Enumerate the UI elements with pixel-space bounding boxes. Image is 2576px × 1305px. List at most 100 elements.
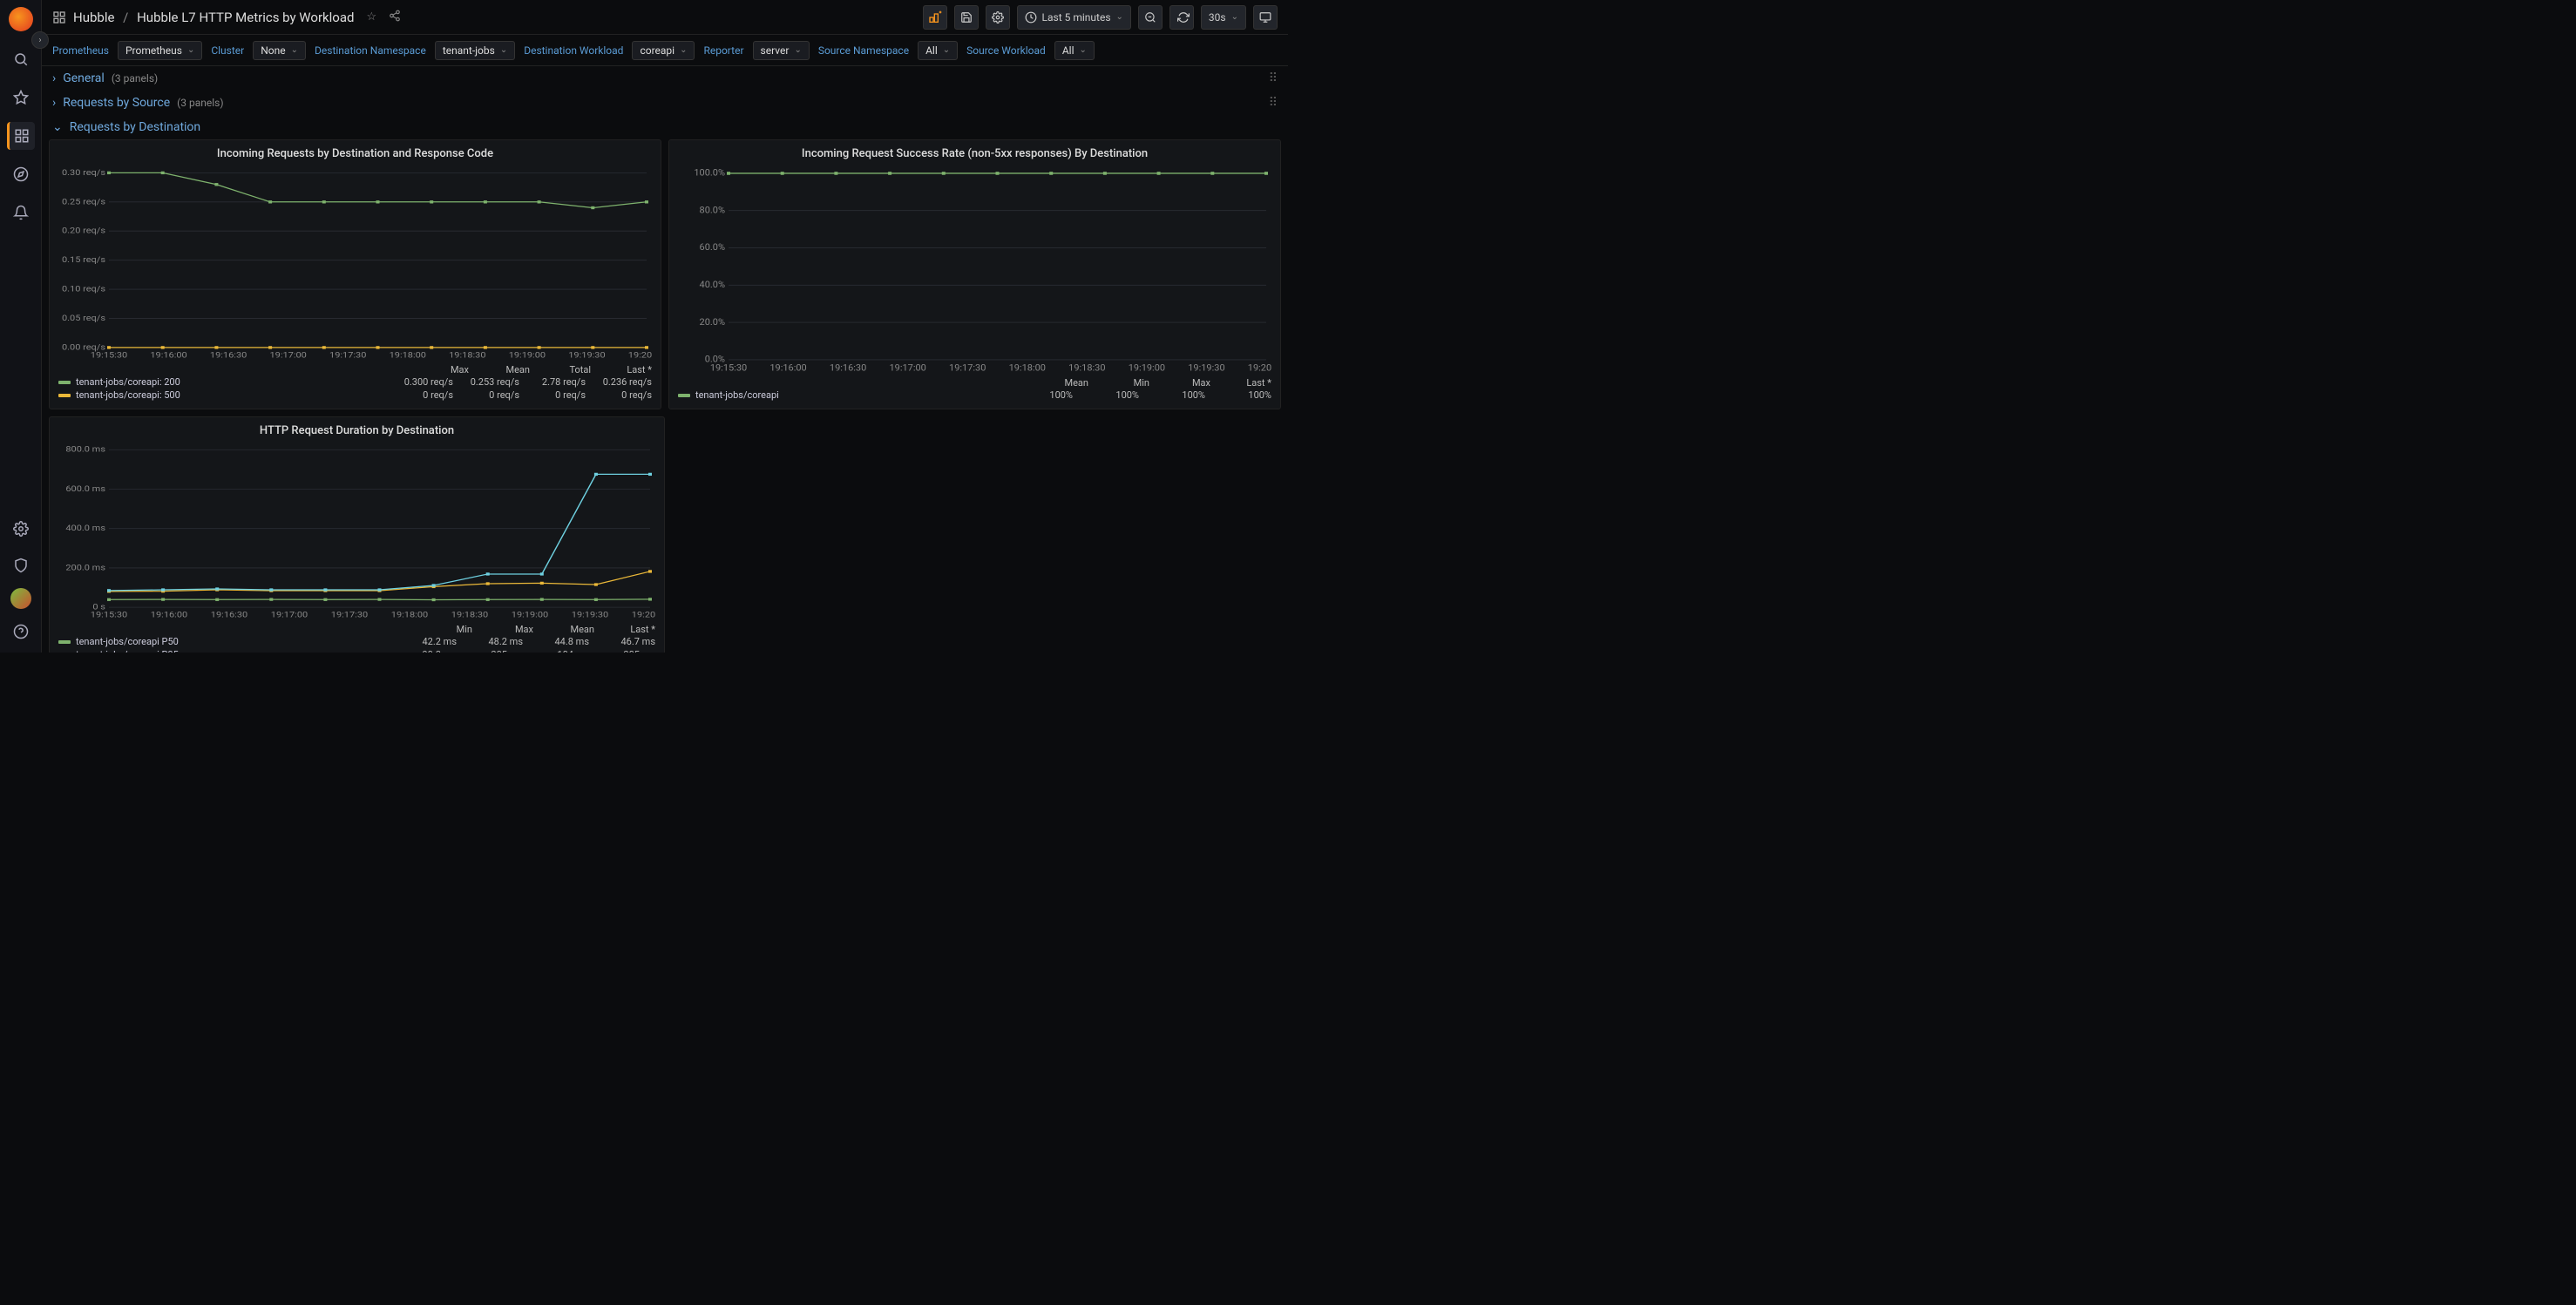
breadcrumb-title[interactable]: Hubble L7 HTTP Metrics by Workload (137, 10, 354, 25)
legend-item[interactable]: tenant-jobs/coreapi100%100%100%100% (678, 389, 1271, 402)
row-general[interactable]: › General (3 panels) ⠿ (49, 66, 1281, 91)
legend-item[interactable]: tenant-jobs/coreapi: 5000 req/s0 req/s0 … (58, 389, 652, 402)
svg-text:19:17:00: 19:17:00 (271, 611, 308, 619)
svg-text:19:17:30: 19:17:30 (331, 611, 369, 619)
settings-button[interactable] (986, 5, 1010, 30)
svg-text:19:16:30: 19:16:30 (830, 362, 867, 373)
svg-text:19:20:00: 19:20:00 (1248, 362, 1271, 373)
sidebar: › (0, 0, 42, 652)
chevron-down-icon: ⌄ (1116, 12, 1123, 22)
panel-title: HTTP Request Duration by Destination (58, 424, 655, 437)
share-button[interactable] (389, 10, 401, 25)
grafana-logo[interactable] (9, 7, 33, 31)
svg-text:19:16:30: 19:16:30 (210, 351, 247, 360)
panel-incoming-requests[interactable]: Incoming Requests by Destination and Res… (49, 139, 661, 409)
svg-text:19:18:30: 19:18:30 (451, 611, 489, 619)
breadcrumb-folder[interactable]: Hubble (73, 10, 114, 25)
svg-text:19:20:00: 19:20:00 (628, 351, 652, 360)
dashboard-icon (52, 10, 66, 24)
refresh-button[interactable] (1169, 5, 1194, 30)
var-prometheus-value[interactable]: Prometheus⌄ (118, 41, 202, 60)
configuration-icon[interactable] (7, 515, 35, 543)
svg-text:19:19:00: 19:19:00 (512, 611, 549, 619)
var-src-ns-label[interactable]: Source Namespace (818, 44, 909, 57)
topbar: Hubble / Hubble L7 HTTP Metrics by Workl… (42, 0, 1288, 35)
svg-text:0.30 req/s: 0.30 req/s (62, 169, 105, 178)
var-dest-wl-value[interactable]: coreapi⌄ (632, 41, 695, 60)
explore-icon[interactable] (7, 160, 35, 188)
dashboard-content: › General (3 panels) ⠿ › Requests by Sou… (42, 66, 1288, 652)
admin-icon[interactable] (7, 551, 35, 579)
chevron-down-icon: ⌄ (1231, 12, 1238, 22)
alerting-icon[interactable] (7, 199, 35, 227)
time-range-label: Last 5 minutes (1042, 11, 1111, 24)
var-cluster-value[interactable]: None⌄ (253, 41, 306, 60)
star-icon[interactable] (7, 84, 35, 112)
svg-text:19:16:30: 19:16:30 (211, 611, 248, 619)
panel-legend: MeanMinMaxLast *tenant-jobs/coreapi100%1… (678, 377, 1271, 402)
chart[interactable]: 0.00 req/s0.05 req/s0.10 req/s0.15 req/s… (58, 166, 652, 361)
var-dest-ns-label[interactable]: Destination Namespace (315, 44, 426, 57)
breadcrumb[interactable]: Hubble / Hubble L7 HTTP Metrics by Workl… (73, 10, 354, 25)
time-range-button[interactable]: Last 5 minutes ⌄ (1017, 5, 1131, 30)
drag-handle-icon[interactable]: ⠿ (1269, 96, 1278, 110)
var-src-ns-value[interactable]: All⌄ (918, 41, 958, 60)
var-cluster-label[interactable]: Cluster (211, 44, 244, 57)
search-icon[interactable] (7, 45, 35, 73)
var-reporter-value[interactable]: server⌄ (753, 41, 810, 60)
row-title: Requests by Source (63, 96, 170, 110)
svg-text:19:16:00: 19:16:00 (151, 611, 188, 619)
row-title: Requests by Destination (70, 120, 200, 134)
panel-success-rate[interactable]: Incoming Request Success Rate (non-5xx r… (668, 139, 1281, 409)
var-dest-wl-label[interactable]: Destination Workload (524, 44, 623, 57)
panel-legend: MinMaxMeanLast *tenant-jobs/coreapi P504… (58, 624, 655, 652)
row-requests-by-source[interactable]: › Requests by Source (3 panels) ⠿ (49, 91, 1281, 115)
var-src-wl-value[interactable]: All⌄ (1054, 41, 1095, 60)
svg-text:19:18:00: 19:18:00 (391, 611, 429, 619)
zoom-out-button[interactable] (1138, 5, 1163, 30)
legend-item[interactable]: tenant-jobs/coreapi: 2000.300 req/s0.253… (58, 375, 652, 389)
svg-text:19:18:00: 19:18:00 (390, 351, 427, 360)
svg-text:0.20 req/s: 0.20 req/s (62, 227, 105, 235)
drag-handle-icon[interactable]: ⠿ (1269, 71, 1278, 85)
legend-item[interactable]: tenant-jobs/coreapi P9590.8 ms205 ms104 … (58, 648, 655, 652)
help-icon[interactable] (7, 618, 35, 646)
refresh-interval-button[interactable]: 30s ⌄ (1201, 5, 1246, 30)
chart[interactable]: 0.0%20.0%40.0%60.0%80.0%100.0%19:15:3019… (678, 166, 1271, 374)
svg-text:19:15:30: 19:15:30 (710, 362, 748, 373)
svg-text:19:17:30: 19:17:30 (329, 351, 367, 360)
legend-item[interactable]: tenant-jobs/coreapi P5042.2 ms48.2 ms44.… (58, 635, 655, 648)
var-dest-ns-value[interactable]: tenant-jobs⌄ (435, 41, 515, 60)
chart[interactable]: 0 s200.0 ms400.0 ms600.0 ms800.0 ms19:15… (58, 443, 655, 620)
star-button[interactable]: ☆ (366, 10, 376, 24)
save-button[interactable] (954, 5, 979, 30)
user-avatar[interactable] (10, 588, 31, 609)
var-reporter-label[interactable]: Reporter (703, 44, 743, 57)
svg-text:400.0 ms: 400.0 ms (65, 524, 105, 533)
svg-text:600.0 ms: 600.0 ms (65, 485, 105, 494)
tv-mode-button[interactable] (1253, 5, 1278, 30)
row-requests-by-destination[interactable]: ⌄ Requests by Destination (49, 115, 1281, 139)
dashboards-icon[interactable] (7, 122, 35, 150)
sidebar-toggle[interactable]: › (31, 31, 49, 49)
panel-title: Incoming Request Success Rate (non-5xx r… (678, 147, 1271, 160)
var-prometheus-label[interactable]: Prometheus (52, 44, 109, 57)
svg-text:19:18:00: 19:18:00 (1009, 362, 1047, 373)
svg-text:19:18:30: 19:18:30 (1068, 362, 1106, 373)
svg-text:800.0 ms: 800.0 ms (65, 446, 105, 455)
svg-text:19:19:00: 19:19:00 (509, 351, 546, 360)
panel-http-duration[interactable]: HTTP Request Duration by Destination 0 s… (49, 416, 665, 652)
panel-title: Incoming Requests by Destination and Res… (58, 147, 652, 160)
add-panel-button[interactable] (923, 5, 947, 30)
var-src-wl-label[interactable]: Source Workload (966, 44, 1046, 57)
svg-text:19:17:00: 19:17:00 (889, 362, 926, 373)
svg-text:40.0%: 40.0% (700, 280, 726, 290)
svg-text:20.0%: 20.0% (700, 316, 726, 327)
svg-text:19:20:00: 19:20:00 (632, 611, 655, 619)
svg-text:19:19:30: 19:19:30 (1188, 362, 1225, 373)
svg-text:19:16:00: 19:16:00 (769, 362, 807, 373)
refresh-interval-label: 30s (1209, 11, 1226, 24)
svg-text:0.05 req/s: 0.05 req/s (62, 314, 105, 323)
svg-text:19:17:00: 19:17:00 (269, 351, 307, 360)
svg-text:0.10 req/s: 0.10 req/s (62, 285, 105, 294)
